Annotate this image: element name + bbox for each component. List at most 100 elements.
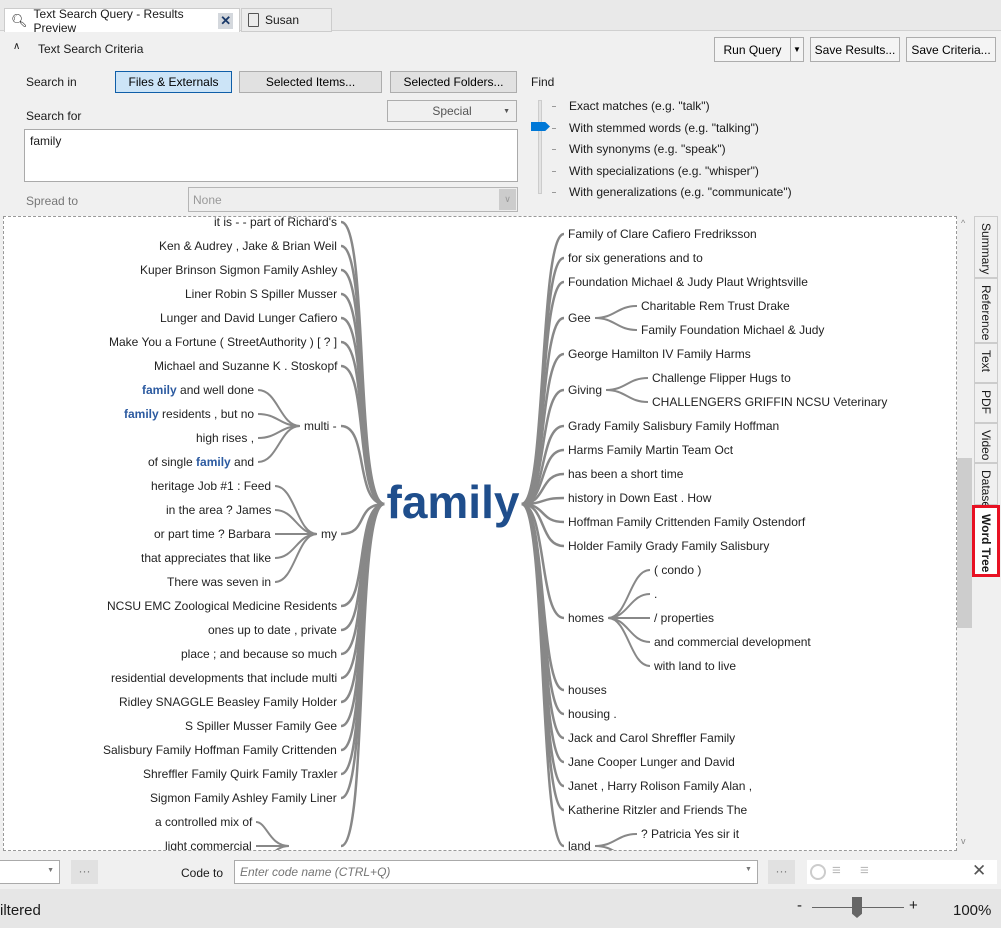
side-tab-dataset[interactable]: Dataset	[974, 463, 998, 511]
word-tree-node[interactable]: Harms Family Martin Team Oct	[568, 443, 733, 457]
zoom-out-button[interactable]: -	[797, 897, 802, 914]
run-query-dropdown-icon[interactable]: ▼	[790, 37, 804, 62]
find-option[interactable]: With generalizations (e.g. "communicate"…	[569, 185, 792, 199]
word-tree-node[interactable]: Lunger and David Lunger Cafiero	[160, 311, 337, 325]
word-tree-node[interactable]: Family Foundation Michael & Judy	[641, 323, 824, 337]
run-query-button[interactable]: Run Query	[714, 37, 791, 62]
word-tree-node[interactable]: Salisbury Family Hoffman Family Crittend…	[103, 743, 337, 757]
word-tree-node[interactable]: family residents , but no	[124, 407, 254, 421]
word-tree-node[interactable]: .	[654, 587, 657, 601]
word-tree-node[interactable]: ? Patricia Yes sir it	[641, 827, 739, 841]
side-tab-reference[interactable]: Reference	[974, 278, 998, 343]
word-tree-node[interactable]: Gee	[568, 311, 591, 325]
word-tree-node[interactable]: Jane Cooper Lunger and David	[568, 755, 735, 769]
word-tree-node[interactable]: place ; and because so much	[181, 647, 337, 661]
close-tab-button[interactable]: ✕	[218, 12, 233, 29]
word-tree-node[interactable]: residential developments that include mu…	[111, 671, 337, 685]
spread-to-select[interactable]: None ∨	[188, 187, 518, 212]
selected-folders-button[interactable]: Selected Folders...	[390, 71, 517, 93]
word-tree-node[interactable]: family and well done	[142, 383, 254, 397]
word-tree-root[interactable]: family	[387, 477, 520, 527]
word-tree-node[interactable]: Make You a Fortune ( StreetAuthority ) […	[109, 335, 337, 349]
word-tree-node[interactable]: Liner Robin S Spiller Musser	[185, 287, 337, 301]
tab-susan[interactable]: Susan	[241, 8, 332, 32]
find-option[interactable]: With specializations (e.g. "whisper")	[569, 164, 759, 178]
word-tree-node[interactable]: Sigmon Family Ashley Family Liner	[150, 791, 337, 805]
word-tree-node[interactable]: it is - - part of Richard's	[214, 217, 337, 229]
word-tree-node[interactable]: light commercial	[165, 839, 252, 850]
selected-items-button[interactable]: Selected Items...	[239, 71, 382, 93]
word-tree-node[interactable]: Giving	[568, 383, 602, 397]
word-tree-node[interactable]: my	[321, 527, 337, 541]
files-externals-button[interactable]: Files & Externals	[115, 71, 232, 93]
word-tree-node[interactable]: Holder Family Grady Family Salisbury	[568, 539, 769, 553]
word-tree-node[interactable]: ( condo )	[654, 563, 701, 577]
browse-button[interactable]: ···	[71, 860, 98, 884]
word-tree-node[interactable]: NCSU EMC Zoological Medicine Residents	[107, 599, 337, 613]
word-tree-node[interactable]: Foundation Michael & Judy Plaut Wrightsv…	[568, 275, 808, 289]
vertical-scrollbar[interactable]: ^ v	[957, 216, 972, 851]
add-coding-icon[interactable]: ≡	[860, 862, 869, 879]
word-tree-node[interactable]: Ken & Audrey , Jake & Brian Weil	[159, 239, 337, 253]
side-tab-summary[interactable]: Summary	[974, 216, 998, 278]
uncode-circle-icon[interactable]	[810, 864, 826, 880]
word-tree-node[interactable]: and commercial development	[654, 635, 811, 649]
word-tree-node[interactable]: housing .	[568, 707, 617, 721]
word-tree-node[interactable]: homes	[568, 611, 604, 625]
zoom-in-button[interactable]: +	[909, 897, 918, 914]
word-tree-node[interactable]: multi -	[304, 419, 337, 433]
code-name-input[interactable]	[234, 860, 758, 884]
word-tree-node[interactable]: for six generations and to	[568, 251, 703, 265]
tab-text-search-query[interactable]: 🔍︎ Text Search Query - Results Preview ✕	[4, 7, 240, 35]
word-tree-node[interactable]: of single family and	[148, 455, 254, 469]
find-option[interactable]: Exact matches (e.g. "talk")	[569, 99, 710, 113]
side-tab-text[interactable]: Text	[974, 343, 998, 383]
word-tree-node[interactable]: Hoffman Family Crittenden Family Ostendo…	[568, 515, 805, 529]
word-tree-node[interactable]: has been a short time	[568, 467, 683, 481]
save-criteria-button[interactable]: Save Criteria...	[906, 37, 996, 62]
word-tree-node[interactable]: George Hamilton IV Family Harms	[568, 347, 751, 361]
word-tree-node[interactable]: Family of Clare Cafiero Fredriksson	[568, 227, 757, 241]
word-tree-node[interactable]: a controlled mix of	[155, 815, 252, 829]
word-tree-node[interactable]: Katherine Ritzler and Friends The	[568, 803, 747, 817]
word-tree-node[interactable]: / properties	[654, 611, 714, 625]
word-tree-node[interactable]: heritage Job #1 : Feed	[151, 479, 271, 493]
word-tree-node[interactable]: land	[568, 839, 591, 850]
search-for-input[interactable]: family	[24, 129, 518, 182]
find-option[interactable]: With synonyms (e.g. "speak")	[569, 142, 726, 156]
word-tree-node[interactable]: Grady Family Salisbury Family Hoffman	[568, 419, 779, 433]
collapse-chevron-icon[interactable]: ∧	[13, 41, 20, 52]
word-tree-node[interactable]: high rises ,	[196, 431, 254, 445]
word-tree-node[interactable]: Shreffler Family Quirk Family Traxler	[143, 767, 337, 781]
zoom-slider-thumb[interactable]	[852, 897, 862, 918]
scrollbar-thumb[interactable]	[957, 458, 972, 628]
word-tree-node[interactable]: history in Down East . How	[568, 491, 711, 505]
word-tree-node[interactable]: Jack and Carol Shreffler Family	[568, 731, 735, 745]
close-icon[interactable]: ✕	[972, 861, 986, 881]
find-slider-thumb[interactable]	[531, 122, 550, 131]
word-tree-node[interactable]: S Spiller Musser Family Gee	[185, 719, 337, 733]
word-tree-node[interactable]: There was seven in	[167, 575, 271, 589]
scroll-down-icon[interactable]: v	[961, 836, 966, 846]
browse-code-button[interactable]: ···	[768, 860, 795, 884]
remove-coding-icon[interactable]: ≡	[832, 862, 841, 879]
word-tree-node[interactable]: Kuper Brinson Sigmon Family Ashley	[140, 263, 337, 277]
word-tree-node[interactable]: Janet , Harry Rolison Family Alan ,	[568, 779, 752, 793]
find-option[interactable]: With stemmed words (e.g. "talking")	[569, 121, 759, 135]
scroll-up-icon[interactable]: ^	[961, 218, 965, 228]
word-tree-node[interactable]: CHALLENGERS GRIFFIN NCSU Veterinary	[652, 395, 887, 409]
code-source-select[interactable]: ▼	[0, 860, 60, 884]
side-tab-word-tree[interactable]: Word Tree	[972, 505, 1000, 577]
word-tree-node[interactable]: houses	[568, 683, 607, 697]
save-results-button[interactable]: Save Results...	[810, 37, 900, 62]
side-tab-pdf[interactable]: PDF	[974, 383, 998, 423]
word-tree-node[interactable]: Michael and Suzanne K . Stoskopf	[154, 359, 337, 373]
word-tree-node[interactable]: with land to live	[654, 659, 736, 673]
word-tree-node[interactable]: Challenge Flipper Hugs to	[652, 371, 791, 385]
word-tree-node[interactable]: Ridley SNAGGLE Beasley Family Holder	[119, 695, 337, 709]
special-dropdown[interactable]: Special ▼	[387, 100, 517, 122]
find-slider-track[interactable]	[538, 100, 542, 194]
word-tree-node[interactable]: Charitable Rem Trust Drake	[641, 299, 790, 313]
word-tree-node[interactable]: ones up to date , private	[208, 623, 337, 637]
word-tree-node[interactable]: in the area ? James	[166, 503, 271, 517]
